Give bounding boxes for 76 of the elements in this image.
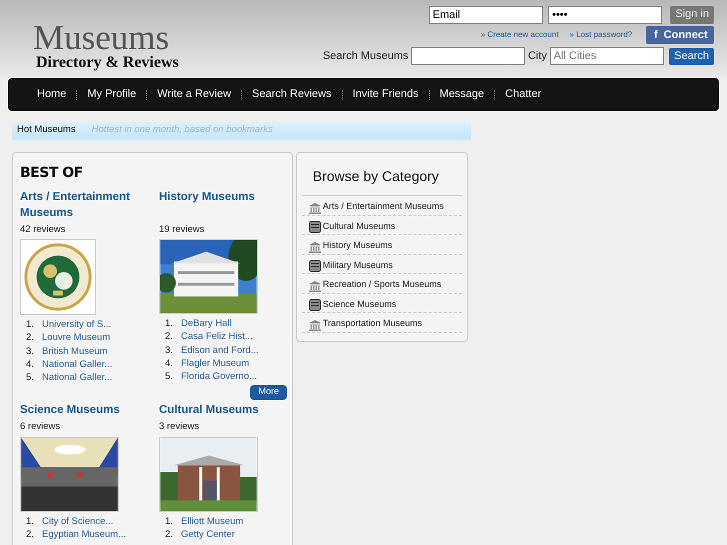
list-number: 4. <box>165 356 174 370</box>
category-link[interactable]: Science Museums <box>322 298 396 311</box>
nav-link[interactable]: Invite Friends <box>342 86 429 103</box>
list-number: 3. <box>26 344 35 358</box>
museum-link[interactable]: Flagler Museum <box>181 358 250 369</box>
list-number: 2. <box>26 331 35 345</box>
list-number: 2. <box>165 528 174 541</box>
museum-link[interactable]: British Museum <box>42 346 108 357</box>
square-icon <box>308 299 321 311</box>
museum-link[interactable]: Florida Governo... <box>181 371 258 382</box>
museum-link[interactable]: DeBary Hall <box>181 318 232 330</box>
password-field[interactable]: •••• <box>548 6 662 24</box>
category-link[interactable]: History Museums <box>322 239 392 252</box>
sign-in-button[interactable]: Sign in <box>670 6 714 24</box>
museum-link[interactable]: Casa Feliz Hist... <box>181 331 253 342</box>
search-label: Search Museums <box>322 48 408 64</box>
square-icon <box>308 221 321 233</box>
museum-link[interactable]: National Galler... <box>42 372 112 384</box>
nav-link[interactable]: Home <box>27 86 76 103</box>
list-number: 5. <box>165 370 174 384</box>
museum-building-icon <box>308 280 321 292</box>
nav-link[interactable]: My Profile <box>77 86 146 103</box>
museum-link[interactable]: Elliott Museum <box>181 516 244 527</box>
header-link[interactable]: » Create new account <box>480 29 559 42</box>
list-number: 5. <box>26 371 35 384</box>
email-field[interactable]: Email <box>428 6 543 24</box>
list-number: 1. <box>165 317 174 330</box>
city-field[interactable]: All Cities <box>550 47 664 65</box>
category-link[interactable]: Transportation Museums <box>322 317 422 330</box>
review-count: 42 reviews <box>20 223 66 237</box>
museum-link[interactable]: Louvre Museum <box>42 332 110 344</box>
category-title: Browse by Category <box>302 153 462 196</box>
list-number: 1. <box>26 318 35 332</box>
museum-link[interactable]: National Galler... <box>42 358 112 370</box>
nav-link[interactable]: Chatter <box>495 86 552 103</box>
museum-building-icon <box>308 320 321 330</box>
section-heading[interactable]: Arts / Entertainment Museums <box>20 190 159 221</box>
list-number: 1. <box>26 514 35 528</box>
section-heading[interactable]: Science Museums <box>20 402 159 418</box>
list-number: 4. <box>26 358 35 372</box>
logo-subtitle[interactable]: Directory & Reviews <box>36 55 179 71</box>
list-number: 2. <box>26 528 35 541</box>
category-link[interactable]: Arts / Entertainment Museums <box>322 200 444 214</box>
museum-link[interactable]: University of S... <box>42 319 112 330</box>
square-icon <box>308 260 321 272</box>
section-heading[interactable]: Cultural Museums <box>159 402 292 418</box>
museum-link[interactable]: Getty Center <box>181 528 235 540</box>
review-count: 6 reviews <box>20 420 62 434</box>
header-link[interactable]: » Lost password? <box>570 29 632 42</box>
category-link[interactable]: Military Museums <box>322 258 393 272</box>
list-number: 2. <box>165 330 174 344</box>
category-link[interactable]: Cultural Museums <box>322 220 396 233</box>
best-of-title: BEST OF <box>20 164 84 183</box>
city-label: City <box>528 48 547 64</box>
logo-title[interactable]: Museums <box>33 20 179 55</box>
review-count: 19 reviews <box>159 223 206 237</box>
facebook-connect-button[interactable]: f Connect <box>646 26 714 44</box>
category-link[interactable]: Recreation / Sports Museums <box>322 278 442 292</box>
section-heading[interactable]: History Museums <box>159 190 292 221</box>
nav-link[interactable]: Write a Review <box>147 86 242 103</box>
nav-link[interactable]: Search Reviews <box>242 86 342 103</box>
museum-link[interactable]: Egyptian Museum... <box>42 528 126 540</box>
nav-link[interactable]: Message <box>430 86 494 103</box>
museum-building-icon <box>308 242 321 252</box>
museum-link[interactable]: City of Science... <box>42 516 114 527</box>
facebook-icon: f <box>654 27 658 44</box>
hot-museums-title[interactable]: Hot Museums <box>17 123 76 138</box>
museum-link[interactable]: Edison and Ford... <box>181 344 259 356</box>
list-number: 1. <box>165 514 174 528</box>
list-number: 3. <box>165 344 174 357</box>
museum-building-icon <box>308 202 321 214</box>
review-count: 3 reviews <box>159 420 200 434</box>
hot-museums-subtitle: Hottest in one month, based on bookmarks <box>92 123 273 138</box>
more-button[interactable]: More <box>250 384 287 400</box>
search-button[interactable]: Search <box>669 48 714 64</box>
search-field[interactable] <box>411 47 526 65</box>
